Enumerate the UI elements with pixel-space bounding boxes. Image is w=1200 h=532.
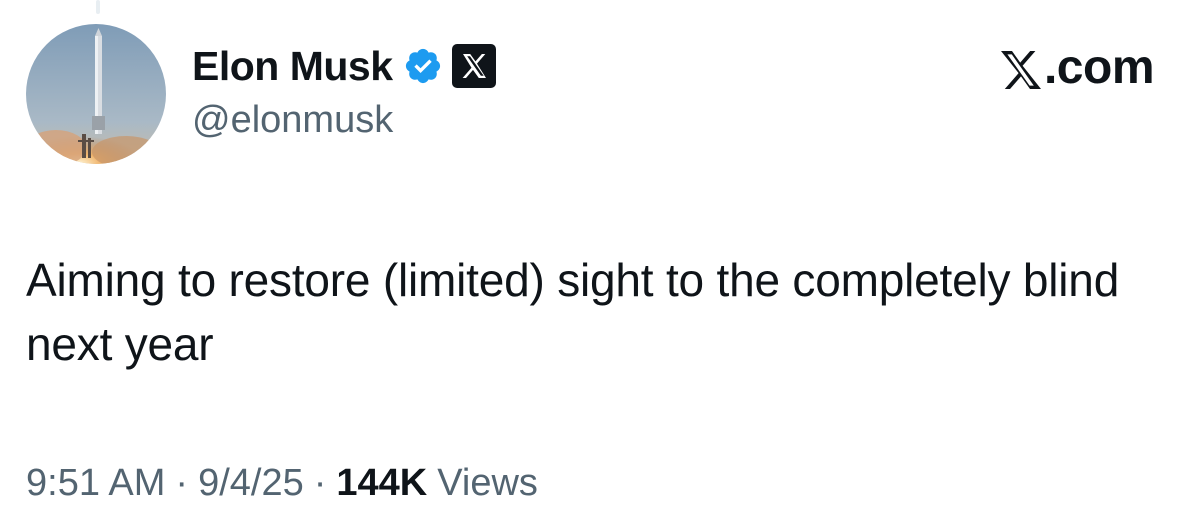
rocket-launch-avatar-icon	[26, 24, 166, 164]
thread-connector-line	[96, 0, 100, 14]
tweet-card: Elon Musk @elonmusk .com Aiming to resto…	[0, 0, 1200, 532]
views-count[interactable]: 144K	[336, 462, 427, 505]
author-handle[interactable]: @elonmusk	[192, 99, 393, 142]
brand-watermark: .com	[998, 41, 1155, 94]
avatar[interactable]	[26, 24, 166, 164]
tweet-text: Aiming to restore (limited) sight to the…	[26, 254, 1120, 370]
tweet-meta: 9:51 AM · 9/4/25 · 144K Views	[26, 462, 538, 505]
x-affiliate-badge-icon	[451, 43, 497, 89]
author-name-row: Elon Musk	[192, 38, 497, 94]
verified-badge-icon	[403, 46, 443, 86]
tweet-time[interactable]: 9:51 AM	[26, 462, 165, 505]
tweet-date[interactable]: 9/4/25	[198, 462, 304, 505]
views-label: Views	[437, 462, 538, 504]
meta-separator: ·	[175, 462, 189, 504]
brand-label: .com	[1043, 41, 1155, 94]
x-logo-icon	[998, 45, 1044, 91]
meta-separator: ·	[313, 462, 327, 504]
author-display-name[interactable]: Elon Musk	[192, 45, 393, 87]
